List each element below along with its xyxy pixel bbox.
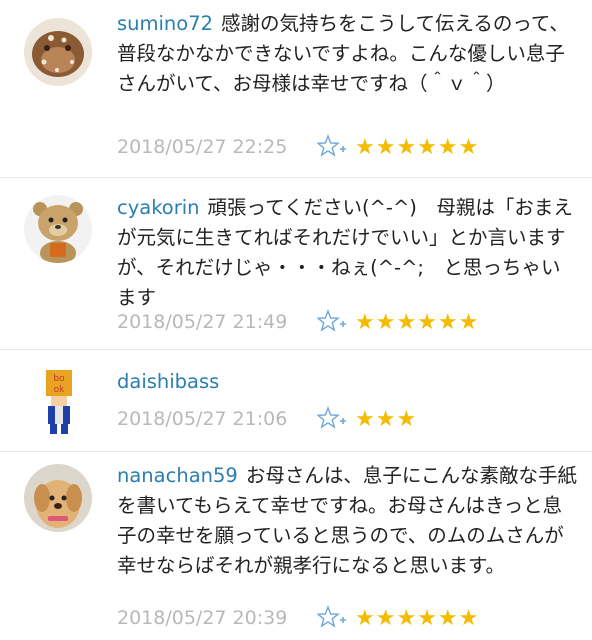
username-link[interactable]: nanachan59: [117, 464, 238, 487]
favorite-icon[interactable]: [317, 406, 347, 432]
comment-meta: 2018/05/27 21:06 ★★★: [117, 404, 417, 434]
favorite-icon[interactable]: [317, 309, 347, 335]
comment-text: daishibass: [117, 367, 578, 397]
puppy-avatar-icon[interactable]: [24, 464, 92, 532]
timestamp: 2018/05/27 20:39: [117, 607, 288, 629]
star-rating: ★★★★★★: [355, 309, 480, 335]
username-link[interactable]: sumino72: [117, 12, 213, 35]
comment-meta: 2018/05/27 20:39 ★★★★★★: [117, 603, 479, 633]
comment-item: sumino72 感謝の気持ちをこうして伝えるのって、普段なかなかできないですよね…: [0, 0, 592, 178]
book-character-avatar-icon[interactable]: bo ok: [42, 368, 76, 438]
svg-text:ok: ok: [54, 385, 66, 395]
comment-meta: 2018/05/27 21:49 ★★★★★★: [117, 307, 479, 337]
hamster-avatar-icon[interactable]: [24, 18, 92, 86]
timestamp: 2018/05/27 21:49: [117, 311, 288, 333]
favorite-icon[interactable]: [317, 134, 347, 160]
comment-item: cyakorin 頑張ってください(^-^) 母親は「おまえが元気に生きてればそれ…: [0, 177, 592, 350]
comment-text: cyakorin 頑張ってください(^-^) 母親は「おまえが元気に生きてればそれ…: [117, 193, 578, 313]
comment-item: nanachan59 お母さんは、息子にこんな素敵な手紙を書いてもらえて幸せですね…: [0, 451, 592, 640]
comment-text: sumino72 感謝の気持ちをこうして伝えるのって、普段なかなかできないですよね…: [117, 9, 578, 99]
username-link[interactable]: cyakorin: [117, 196, 200, 219]
star-rating: ★★★★★★: [355, 134, 480, 160]
star-rating: ★★★★★★: [355, 605, 480, 631]
comment-meta: 2018/05/27 22:25 ★★★★★★: [117, 132, 479, 162]
comment-text: nanachan59 お母さんは、息子にこんな素敵な手紙を書いてもらえて幸せですね…: [117, 461, 578, 581]
teddy-bear-avatar-icon[interactable]: [24, 195, 92, 263]
comment-item: bo ok daishibass 2018/05/27 21:06 ★★★: [0, 349, 592, 452]
username-link[interactable]: daishibass: [117, 370, 219, 393]
timestamp: 2018/05/27 22:25: [117, 136, 288, 158]
timestamp: 2018/05/27 21:06: [117, 408, 288, 430]
favorite-icon[interactable]: [317, 605, 347, 631]
star-rating: ★★★: [355, 406, 418, 432]
svg-text:bo: bo: [53, 374, 65, 384]
